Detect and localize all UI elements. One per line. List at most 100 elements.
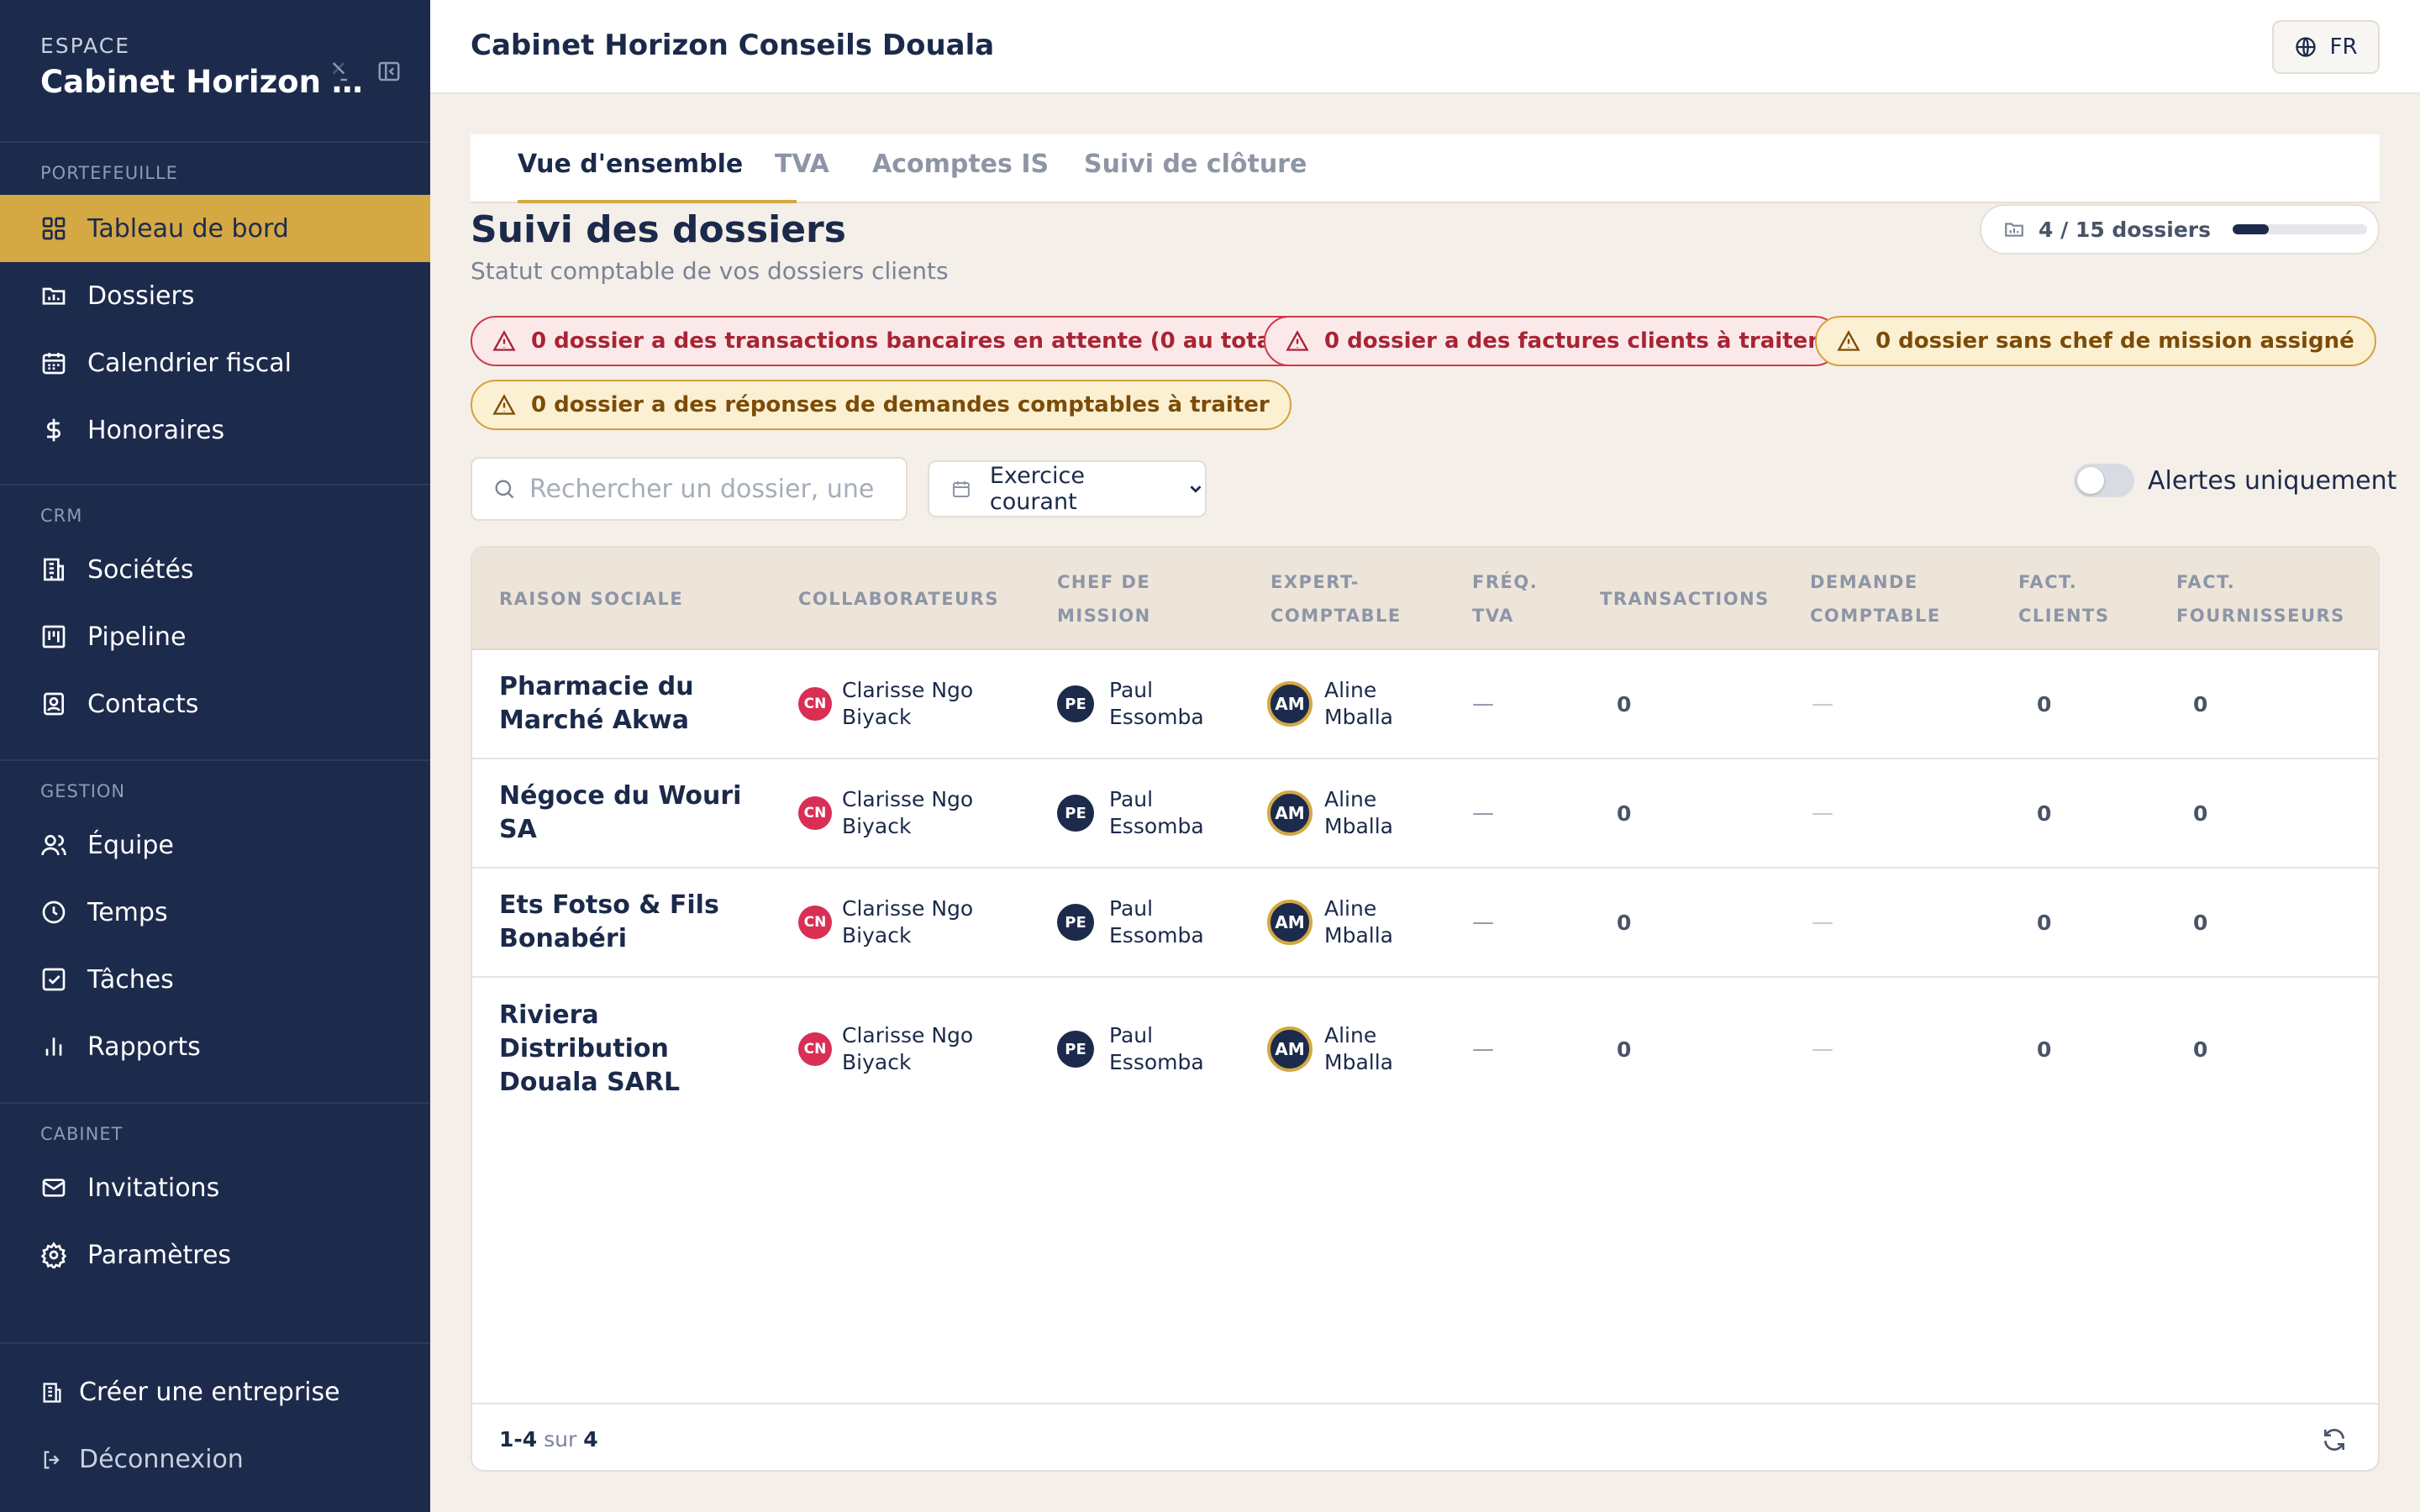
table-row[interactable]: Riviera Distribution Douala SARL CN Clari… <box>472 978 2378 1121</box>
person-name-line: Biyack <box>842 814 912 838</box>
create-company-button[interactable]: Créer une entreprise <box>40 1378 340 1407</box>
search-icon <box>495 480 514 499</box>
exercise-select-value: Exercice courant <box>989 463 1085 515</box>
row-name-cell: Pharmacie du Marché Akwa <box>499 650 751 758</box>
avatar: CN <box>798 687 832 721</box>
sidebar-item-invitations[interactable]: Invitations <box>0 1154 430 1221</box>
alert-bank-transactions[interactable]: 0 dossier a des transactions bancaires e… <box>471 316 1311 366</box>
pagination-of: sur <box>544 1426 577 1452</box>
col-freq-tva[interactable]: FRÉQ. TVA <box>1472 548 1538 650</box>
collaborator-cell: CN Clarisse Ngo Biyack <box>798 869 973 976</box>
exercise-select[interactable]: Exercice courant <box>928 460 1207 517</box>
sidebar-item-label: Paramètres <box>87 1240 232 1270</box>
search-input[interactable] <box>529 474 882 504</box>
col-label-line: COMPTABLE <box>1810 606 1941 626</box>
col-fact-fournisseurs[interactable]: FACT. FOURNISSEURS <box>2176 548 2345 650</box>
col-fact-clients[interactable]: FACT. CLIENTS <box>2018 548 2109 650</box>
gear-icon <box>40 1242 67 1268</box>
building-icon <box>40 556 67 583</box>
sidebar-item-taches[interactable]: Tâches <box>0 946 430 1013</box>
fact-clients-value: 0 <box>2037 801 2052 826</box>
collapse-sidebar-icon[interactable] <box>376 59 402 84</box>
sidebar-item-contacts[interactable]: Contacts <box>0 670 430 738</box>
col-label-line: TVA <box>1472 606 1514 626</box>
users-icon <box>40 832 67 858</box>
row-name[interactable]: Ets Fotso & Fils Bonabéri <box>499 889 751 956</box>
pagination-from: 1 <box>499 1426 514 1452</box>
avatar: AM <box>1267 1026 1313 1072</box>
tab-vue-ensemble[interactable]: Vue d'ensemble <box>518 150 743 179</box>
sidebar-item-dossiers[interactable]: Dossiers <box>0 262 430 329</box>
mail-icon <box>40 1174 67 1201</box>
transactions-value: 0 <box>1617 1037 1632 1062</box>
expert-cell: AM Aline Mballa <box>1267 759 1393 867</box>
sidebar-divider <box>0 759 430 761</box>
tab-tva[interactable]: TVA <box>775 150 829 179</box>
dollar-icon <box>40 417 67 444</box>
col-label-line: FOURNISSEURS <box>2176 606 2345 626</box>
pagination-summary: 1-4 sur 4 <box>499 1427 598 1452</box>
sidebar-divider <box>0 141 430 143</box>
row-name-cell: Ets Fotso & Fils Bonabéri <box>499 869 751 976</box>
sidebar-item-equipe[interactable]: Équipe <box>0 811 430 879</box>
sidebar-item-calendrier-fiscal[interactable]: Calendrier fiscal <box>0 329 430 396</box>
alert-text: 0 dossier a des factures clients à trait… <box>1324 328 1819 354</box>
sidebar-item-tableau-de-bord[interactable]: Tableau de bord <box>0 195 430 262</box>
sidebar-item-label: Tableau de bord <box>87 213 289 244</box>
row-name[interactable]: Riviera Distribution Douala SARL <box>499 999 701 1100</box>
sidebar-item-rapports[interactable]: Rapports <box>0 1013 430 1080</box>
alerts-only-toggle[interactable] <box>2074 464 2134 497</box>
table-footer: 1-4 sur 4 <box>472 1403 2378 1470</box>
contact-icon <box>40 690 67 717</box>
language-switch-button[interactable]: FR <box>2272 20 2380 74</box>
table-row[interactable]: Pharmacie du Marché Akwa CN Clarisse Ngo B… <box>472 650 2378 759</box>
pagination-sep: - <box>513 1426 523 1452</box>
switch-workspace-icon[interactable] <box>326 59 351 84</box>
person-name-line: Essomba <box>1109 1050 1204 1074</box>
table-row[interactable]: Ets Fotso & Fils Bonabéri CN Clarisse Ngo… <box>472 869 2378 978</box>
building-plus-icon <box>40 1381 64 1404</box>
sidebar-item-pipeline[interactable]: Pipeline <box>0 603 430 670</box>
avatar: CN <box>798 796 832 830</box>
person-name-line: Clarisse Ngo <box>842 678 974 702</box>
person-name-line: Essomba <box>1109 923 1204 948</box>
warning-icon <box>492 394 516 415</box>
sidebar-item-honoraires[interactable]: Honoraires <box>0 396 430 464</box>
tab-acomptes-is[interactable]: Acomptes IS <box>872 150 1049 179</box>
tab-suivi-cloture[interactable]: Suivi de clôture <box>1084 150 1307 179</box>
table-row[interactable]: Négoce du Wouri SA CN Clarisse Ngo Biyack … <box>472 759 2378 869</box>
col-demande-comptable[interactable]: DEMANDE COMPTABLE <box>1810 548 1941 650</box>
person-name-line: Aline <box>1324 1023 1377 1047</box>
avatar: CN <box>798 1032 832 1066</box>
calendar-icon <box>40 349 67 376</box>
alert-text: 0 dossier a des transactions bancaires e… <box>531 328 1289 354</box>
logout-button[interactable]: Déconnexion <box>40 1445 244 1474</box>
refresh-icon[interactable] <box>2321 1426 2348 1453</box>
row-name[interactable]: Pharmacie du Marché Akwa <box>499 670 751 738</box>
col-label-line: DEMANDE <box>1810 572 1918 592</box>
alert-client-invoices[interactable]: 0 dossier a des factures clients à trait… <box>1264 316 1841 366</box>
person-name-line: Mballa <box>1324 814 1393 838</box>
col-collaborateurs[interactable]: COLLABORATEURS <box>798 548 999 650</box>
alert-no-mission-chief[interactable]: 0 dossier sans chef de mission assigné <box>1815 316 2376 366</box>
demande-value: — <box>1812 1037 1833 1062</box>
freq-tva-value: — <box>1472 910 1494 935</box>
sidebar-item-parametres[interactable]: Paramètres <box>0 1221 430 1289</box>
col-raison-sociale[interactable]: RAISON SOCIALE <box>499 548 683 650</box>
create-company-label: Créer une entreprise <box>79 1378 340 1407</box>
sidebar-item-temps[interactable]: Temps <box>0 879 430 946</box>
alert-text: 0 dossier a des réponses de demandes com… <box>531 392 1270 417</box>
logout-icon <box>40 1448 64 1472</box>
row-name[interactable]: Négoce du Wouri SA <box>499 780 751 847</box>
person-name-line: Mballa <box>1324 705 1393 729</box>
section-portefeuille: PORTEFEUILLE <box>40 163 178 183</box>
sidebar-item-societes[interactable]: Sociétés <box>0 536 430 603</box>
sidebar-item-label: Calendrier fiscal <box>87 348 292 378</box>
chevron-down-icon <box>1190 486 1202 493</box>
col-chef-de-mission[interactable]: CHEF DE MISSION <box>1057 548 1151 650</box>
progress-bar <box>2233 224 2367 234</box>
col-transactions[interactable]: TRANSACTIONS <box>1600 548 1770 650</box>
col-expert-comptable[interactable]: EXPERT- COMPTABLE <box>1270 548 1402 650</box>
alert-accounting-requests[interactable]: 0 dossier a des réponses de demandes com… <box>471 380 1292 430</box>
col-label-line: MISSION <box>1057 606 1151 626</box>
